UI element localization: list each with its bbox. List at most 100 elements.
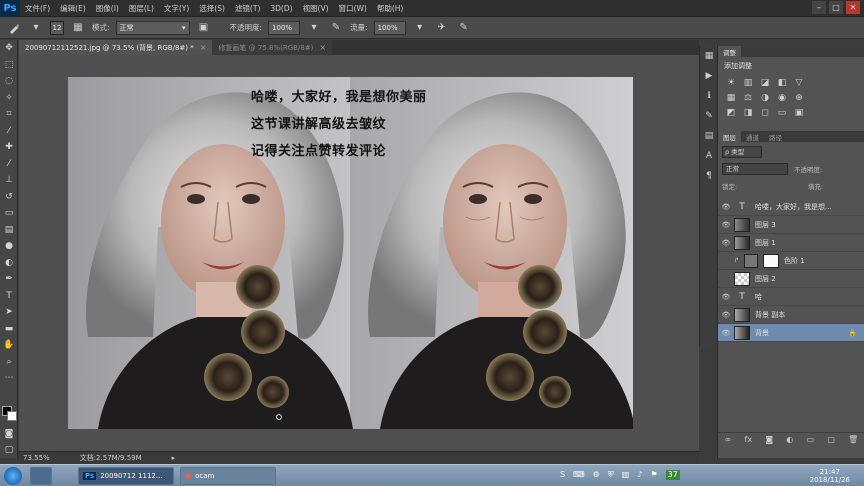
hand-tool-icon[interactable]: ✋ (0, 337, 18, 354)
invert-icon[interactable]: ◩ (724, 107, 738, 119)
close-icon[interactable]: × (200, 43, 207, 52)
chevron-right-icon[interactable]: ▸ (172, 454, 176, 462)
blur-tool-icon[interactable]: ● (0, 238, 18, 255)
minimize-button[interactable]: – (812, 1, 826, 14)
tab-paths[interactable]: 路径 (764, 131, 787, 142)
swatches-icon[interactable]: ▤ (700, 126, 718, 146)
pressure-opacity-icon[interactable]: ✎ (328, 21, 344, 35)
eye-icon[interactable]: 👁 (718, 293, 734, 301)
flag-icon[interactable]: ⚑ (650, 470, 657, 480)
brush-presets-icon[interactable]: ✎ (700, 106, 718, 126)
chevron-down-icon[interactable]: ▾ (306, 21, 322, 35)
menu-view[interactable]: 视图(V) (298, 3, 334, 14)
eye-icon[interactable]: 👁 (718, 311, 734, 319)
pressure-size-icon[interactable]: ✎ (456, 21, 472, 35)
info-icon[interactable]: ℹ (700, 86, 718, 106)
document-image[interactable]: 哈喽，大家好，我是想你美丽 这节课讲解高级去皱纹 记得关注点赞转发评论 (68, 77, 633, 429)
tab-layers[interactable]: 图层 (718, 131, 741, 142)
shield-icon[interactable]: ⛨ (608, 470, 614, 480)
curves-icon[interactable]: ◪ (758, 77, 772, 89)
exposure-icon[interactable]: ◧ (775, 77, 789, 89)
folder-icon[interactable]: ▭ (807, 435, 815, 444)
menu-3d[interactable]: 3D(D) (265, 4, 297, 13)
chevron-down-icon[interactable]: ▾ (28, 21, 44, 35)
menu-select[interactable]: 选择(S) (194, 3, 230, 14)
clock[interactable]: 21:47 2018/11/26 (810, 468, 850, 484)
link-icon[interactable]: ∞ (725, 435, 732, 444)
new-layer-icon[interactable]: ▢ (827, 435, 835, 444)
healing-brush-tool-icon[interactable]: ✚ (0, 139, 18, 156)
fx-icon[interactable]: fx (745, 435, 753, 444)
layer-row[interactable]: ↱ 色阶 1 (718, 252, 864, 270)
layer-filter-select[interactable]: ρ 类型 (722, 146, 762, 158)
gradient-tool-icon[interactable]: ▤ (0, 222, 18, 239)
menu-edit[interactable]: 编辑(E) (55, 3, 91, 14)
layer-row[interactable]: 👁 T 哈 (718, 288, 864, 306)
layer-row-selected[interactable]: 👁 背景 🔒 (718, 324, 864, 342)
history-brush-tool-icon[interactable]: ↺ (0, 189, 18, 206)
browser-icon[interactable] (30, 467, 52, 485)
selective-color-icon[interactable]: ▣ (792, 107, 806, 119)
type-tool-icon[interactable]: T (0, 288, 18, 305)
close-icon[interactable]: × (319, 43, 326, 52)
black-white-icon[interactable]: ◑ (758, 92, 772, 104)
brush-panel-icon[interactable]: ▦ (70, 21, 86, 35)
path-select-tool-icon[interactable]: ➤ (0, 304, 18, 321)
grid-icon[interactable]: ▣ (196, 21, 212, 35)
menu-help[interactable]: 帮助(H) (372, 3, 409, 14)
zoom-tool-icon[interactable]: ⌕ (0, 354, 18, 371)
actions-icon[interactable]: ▶ (700, 66, 718, 86)
move-tool-icon[interactable]: ✥ (0, 40, 18, 57)
history-icon[interactable]: ▦ (700, 46, 718, 66)
eye-icon[interactable]: 👁 (718, 221, 734, 229)
crop-tool-icon[interactable]: ⌗ (0, 106, 18, 123)
color-balance-icon[interactable]: ⚖ (741, 92, 755, 104)
clone-stamp-tool-icon[interactable]: ⊥ (0, 172, 18, 189)
mode-select[interactable]: 正常 ▾ (115, 20, 190, 35)
flow-input[interactable]: 100% (373, 20, 406, 35)
opacity-input[interactable]: 100% (268, 20, 301, 35)
quick-mask-icon[interactable]: ◙ (0, 426, 18, 443)
more-tools-icon[interactable]: ⋯ (0, 370, 18, 387)
maximize-button[interactable]: □ (829, 1, 843, 14)
channel-mixer-icon[interactable]: ⊕ (792, 92, 806, 104)
eye-icon[interactable]: 👁 (718, 239, 734, 247)
screen-mode-icon[interactable]: ▢ (0, 442, 18, 459)
task-ocam[interactable]: ● ocam (180, 467, 276, 485)
adjustment-layer-icon[interactable]: ◐ (786, 435, 793, 444)
menu-type[interactable]: 文字(Y) (159, 3, 194, 14)
chevron-down-icon[interactable]: ▾ (412, 21, 428, 35)
menu-image[interactable]: 图像(I) (91, 3, 124, 14)
tray-counter[interactable]: 37 (665, 470, 680, 480)
keyboard-icon[interactable]: ⌨ (573, 470, 585, 480)
dodge-tool-icon[interactable]: ◐ (0, 255, 18, 272)
brightness-icon[interactable]: ☀ (724, 77, 738, 89)
gear-icon[interactable]: ⚙ (593, 470, 600, 480)
mask-icon[interactable]: ◙ (765, 435, 773, 444)
pen-tool-icon[interactable]: ✒ (0, 271, 18, 288)
brush-size-picker[interactable]: 12 (50, 20, 64, 35)
photo-filter-icon[interactable]: ◉ (775, 92, 789, 104)
menu-filter[interactable]: 滤镜(T) (230, 3, 265, 14)
airbrush-icon[interactable]: ✈ (434, 21, 450, 35)
menu-file[interactable]: 文件(F) (20, 3, 55, 14)
brush-tool-icon[interactable] (6, 21, 22, 35)
start-button[interactable] (4, 467, 22, 485)
eyedropper-tool-icon[interactable]: ⁄ (0, 123, 18, 140)
trash-icon[interactable]: 🗑 (848, 435, 858, 444)
marquee-tool-icon[interactable]: ⬚ (0, 57, 18, 74)
tab-document-2[interactable]: 修复画笔 @ 75.8%(RGB/8#) × (212, 40, 333, 55)
posterize-icon[interactable]: ◨ (741, 107, 755, 119)
network-icon[interactable]: ▥ (622, 470, 630, 480)
levels-icon[interactable]: ▥ (741, 77, 755, 89)
vibrance-icon[interactable]: ▽ (792, 77, 806, 89)
zoom-level[interactable]: 73.55% (23, 454, 50, 462)
menu-window[interactable]: 窗口(W) (334, 3, 372, 14)
threshold-icon[interactable]: ◻ (758, 107, 772, 119)
paragraph-icon[interactable]: ¶ (700, 166, 718, 186)
blend-mode-select[interactable]: 正常 (722, 163, 788, 175)
close-button[interactable]: ✕ (846, 1, 860, 14)
sogou-icon[interactable]: S (560, 470, 565, 480)
layer-row[interactable]: 图层 2 (718, 270, 864, 288)
shape-tool-icon[interactable]: ▬ (0, 321, 18, 338)
